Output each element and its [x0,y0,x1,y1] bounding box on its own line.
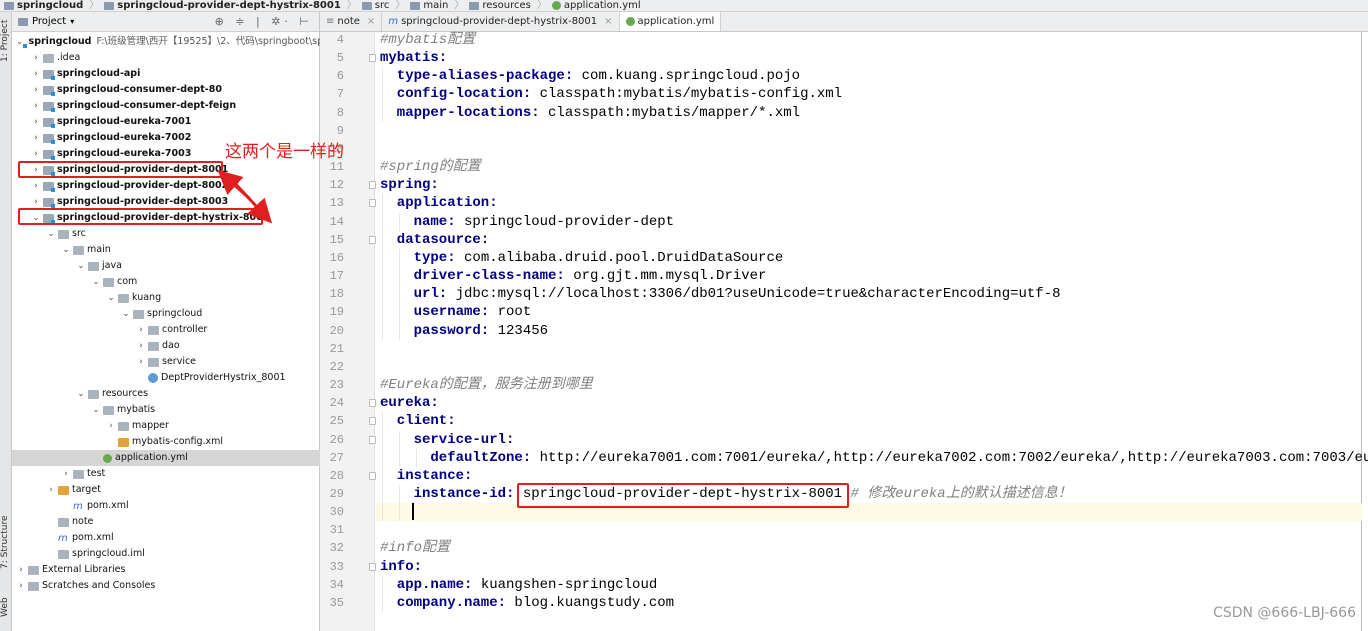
watermark: CSDN @666-LBJ-666 [1213,605,1356,621]
annotation-arrows [217,170,273,224]
arrow-to-hystrix [230,178,273,224]
